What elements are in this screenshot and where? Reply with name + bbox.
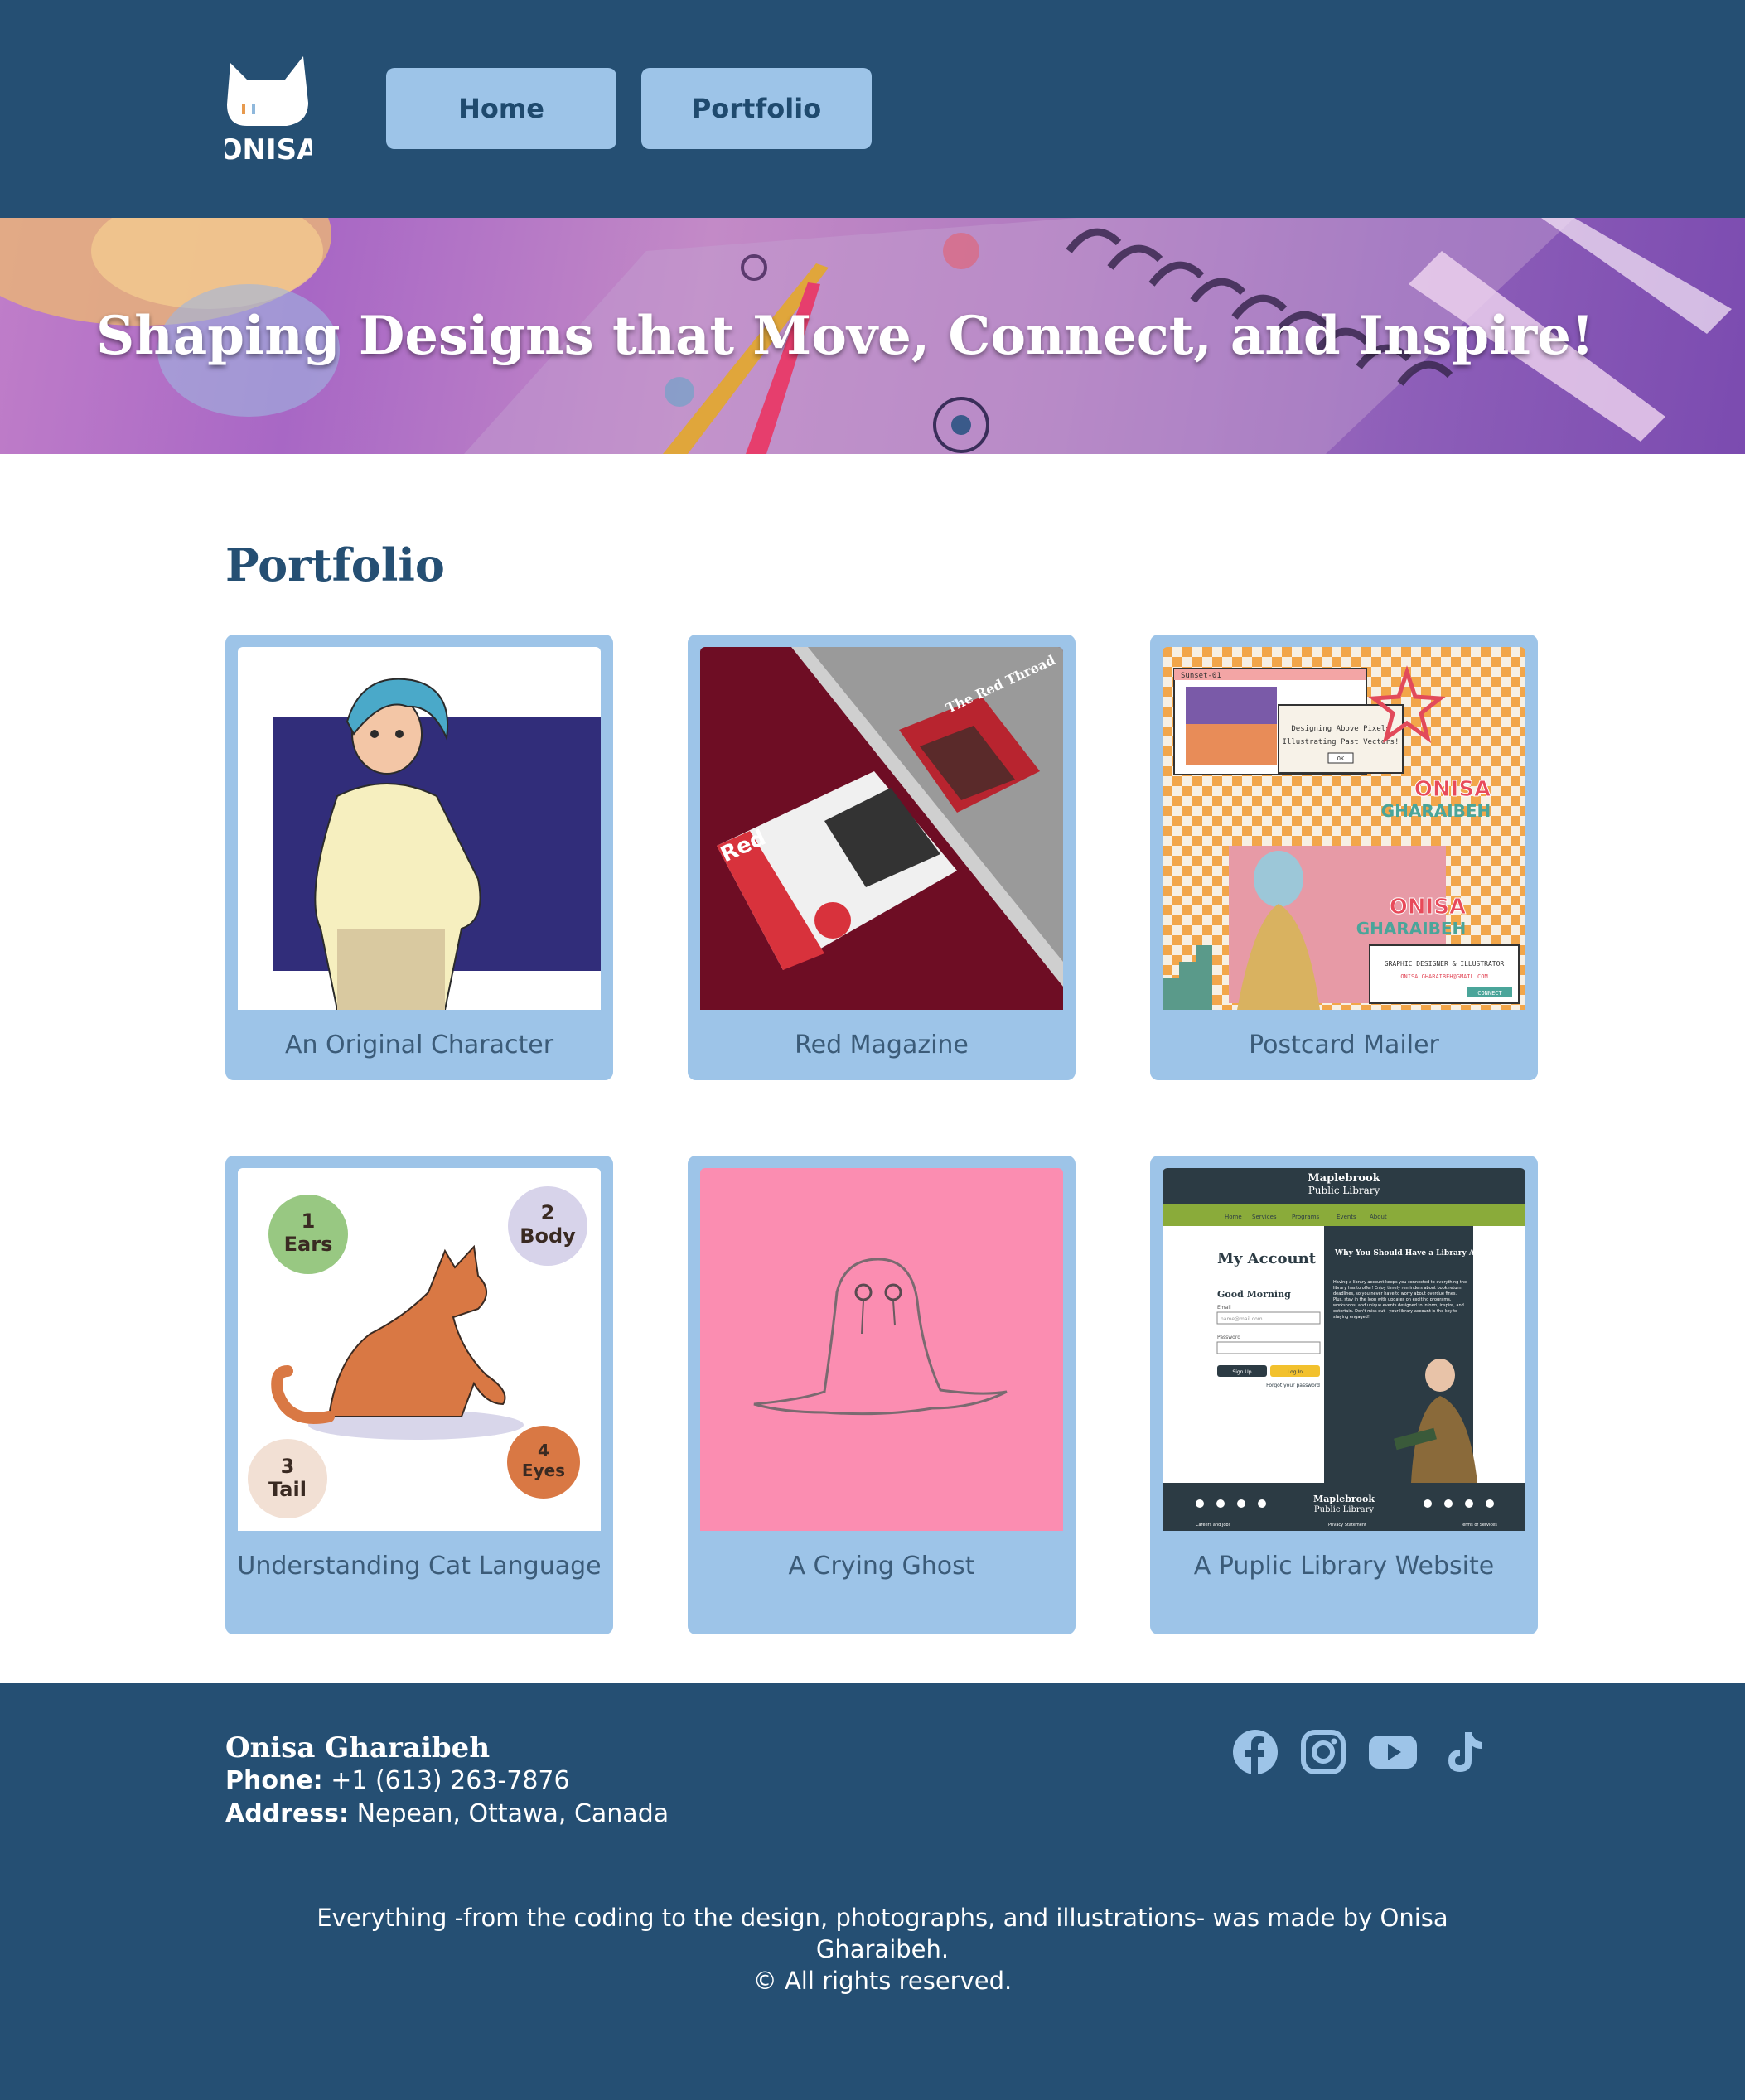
svg-text:ONISA: ONISA [1414, 777, 1491, 802]
portfolio-title: Portfolio [225, 538, 445, 591]
svg-text:GHARAIBEH: GHARAIBEH [1356, 919, 1467, 939]
cat-language-thumbnail: 1 Ears 2 Body 3 Tail 4 Eyes [238, 1168, 601, 1531]
portfolio-card-red-magazine[interactable]: Red The Red Thread Red Magazine [688, 635, 1076, 1080]
svg-text:GHARAIBEH: GHARAIBEH [1381, 801, 1491, 821]
card-caption: Postcard Mailer [1249, 1031, 1439, 1060]
svg-text:Events: Events [1337, 1214, 1356, 1220]
youtube-icon[interactable] [1368, 1729, 1418, 1775]
hero-banner: Shaping Designs that Move, Connect, and … [0, 218, 1745, 454]
svg-text:Public Library: Public Library [1314, 1505, 1375, 1514]
svg-text:Sign Up: Sign Up [1232, 1369, 1251, 1375]
svg-text:Email: Email [1217, 1305, 1231, 1311]
portfolio-card-original-character[interactable]: An Original Character [225, 635, 613, 1080]
svg-text:Body: Body [520, 1224, 576, 1248]
library-website-thumbnail: Maplebrook Public Library Home Services … [1163, 1168, 1525, 1531]
footer-copyright: © All rights reserved. [752, 1967, 1013, 1995]
card-caption: Understanding Cat Language [237, 1552, 602, 1581]
card-caption: A Puplic Library Website [1193, 1552, 1495, 1581]
svg-text:ONISA: ONISA [1390, 895, 1466, 920]
svg-text:Privacy Statement: Privacy Statement [1328, 1523, 1366, 1528]
svg-text:Maplebrook: Maplebrook [1313, 1494, 1375, 1504]
postcard-mailer-thumbnail: Sunset-01 Designing Above Pixels Illustr… [1163, 647, 1525, 1010]
svg-text:Why You Should Have a Library: Why You Should Have a Library Account? [1334, 1249, 1507, 1258]
svg-text:Good Morning: Good Morning [1217, 1289, 1291, 1300]
svg-text:Terms of Services: Terms of Services [1460, 1523, 1497, 1528]
svg-text:Log In: Log In [1288, 1369, 1303, 1375]
svg-text:Home: Home [1225, 1214, 1242, 1220]
phone-value: +1 (613) 263-7876 [331, 1766, 570, 1795]
address-label: Address: [225, 1799, 350, 1828]
portfolio-card-crying-ghost[interactable]: A Crying Ghost [688, 1156, 1076, 1634]
svg-text:name@mail.com: name@mail.com [1221, 1316, 1263, 1322]
svg-text:Ears: Ears [284, 1233, 333, 1256]
svg-text:3: 3 [281, 1455, 295, 1478]
svg-text:2: 2 [541, 1201, 555, 1224]
footer-credits: Everything -from the coding to the desig… [282, 1902, 1483, 1996]
footer-credits-text: Everything -from the coding to the desig… [317, 1904, 1448, 1963]
address-value: Nepean, Ottawa, Canada [356, 1799, 669, 1828]
svg-text:1: 1 [302, 1209, 316, 1233]
svg-text:Public Library: Public Library [1308, 1185, 1380, 1196]
facebook-icon[interactable] [1232, 1729, 1279, 1775]
svg-text:About: About [1370, 1214, 1387, 1220]
svg-text:GRAPHIC DESIGNER & ILLUSTRATOR: GRAPHIC DESIGNER & ILLUSTRATOR [1385, 960, 1505, 968]
card-caption: An Original Character [284, 1031, 554, 1060]
svg-text:ONISA: ONISA [225, 133, 312, 164]
phone-label: Phone: [225, 1766, 323, 1795]
svg-text:4: 4 [538, 1441, 549, 1460]
nav-home-button[interactable]: Home [386, 68, 616, 149]
crying-ghost-thumbnail [700, 1168, 1063, 1531]
svg-text:Careers and Jobs: Careers and Jobs [1196, 1523, 1231, 1528]
instagram-icon[interactable] [1300, 1729, 1346, 1775]
portfolio-card-library-website[interactable]: Maplebrook Public Library Home Services … [1150, 1156, 1538, 1634]
svg-text:Sunset-01: Sunset-01 [1181, 672, 1221, 680]
card-caption: Red Magazine [795, 1031, 969, 1060]
onisa-logo[interactable]: ONISA [225, 55, 312, 164]
svg-text:My Account: My Account [1217, 1250, 1317, 1267]
hero-title: Shaping Designs that Move, Connect, and … [95, 305, 1595, 367]
svg-text:Password: Password [1217, 1335, 1240, 1340]
svg-text:Designing Above Pixels: Designing Above Pixels [1291, 725, 1390, 733]
svg-text:CONNECT: CONNECT [1477, 990, 1502, 997]
svg-text:Eyes: Eyes [522, 1460, 565, 1480]
svg-text:OK: OK [1337, 756, 1345, 762]
svg-text:Illustrating Past Vectors!: Illustrating Past Vectors! [1283, 738, 1399, 746]
nav-portfolio-button[interactable]: Portfolio [641, 68, 872, 149]
red-magazine-thumbnail: Red The Red Thread [700, 647, 1063, 1010]
svg-text:Maplebrook: Maplebrook [1308, 1172, 1380, 1185]
site-header: ONISA Home Portfolio [0, 0, 1745, 218]
footer-phone: Phone: +1 (613) 263-7876 [225, 1766, 570, 1795]
svg-text:ONISA.GHARAIBEH@GMAIL.COM: ONISA.GHARAIBEH@GMAIL.COM [1400, 973, 1487, 980]
footer-address: Address: Nepean, Ottawa, Canada [225, 1799, 669, 1828]
tiktok-icon[interactable] [1440, 1729, 1486, 1775]
svg-text:Tail: Tail [268, 1478, 307, 1501]
card-caption: A Crying Ghost [788, 1552, 975, 1581]
portfolio-card-postcard-mailer[interactable]: Sunset-01 Designing Above Pixels Illustr… [1150, 635, 1538, 1080]
svg-text:Forgot your password: Forgot your password [1266, 1383, 1320, 1388]
portfolio-card-cat-language[interactable]: 1 Ears 2 Body 3 Tail 4 Eyes Understandin… [225, 1156, 613, 1634]
original-character-thumbnail [238, 647, 601, 1010]
svg-text:Services: Services [1252, 1214, 1277, 1220]
site-footer: Onisa Gharaibeh Phone: +1 (613) 263-7876… [0, 1683, 1745, 2100]
footer-name: Onisa Gharaibeh [225, 1731, 491, 1764]
svg-text:Programs: Programs [1292, 1214, 1320, 1220]
